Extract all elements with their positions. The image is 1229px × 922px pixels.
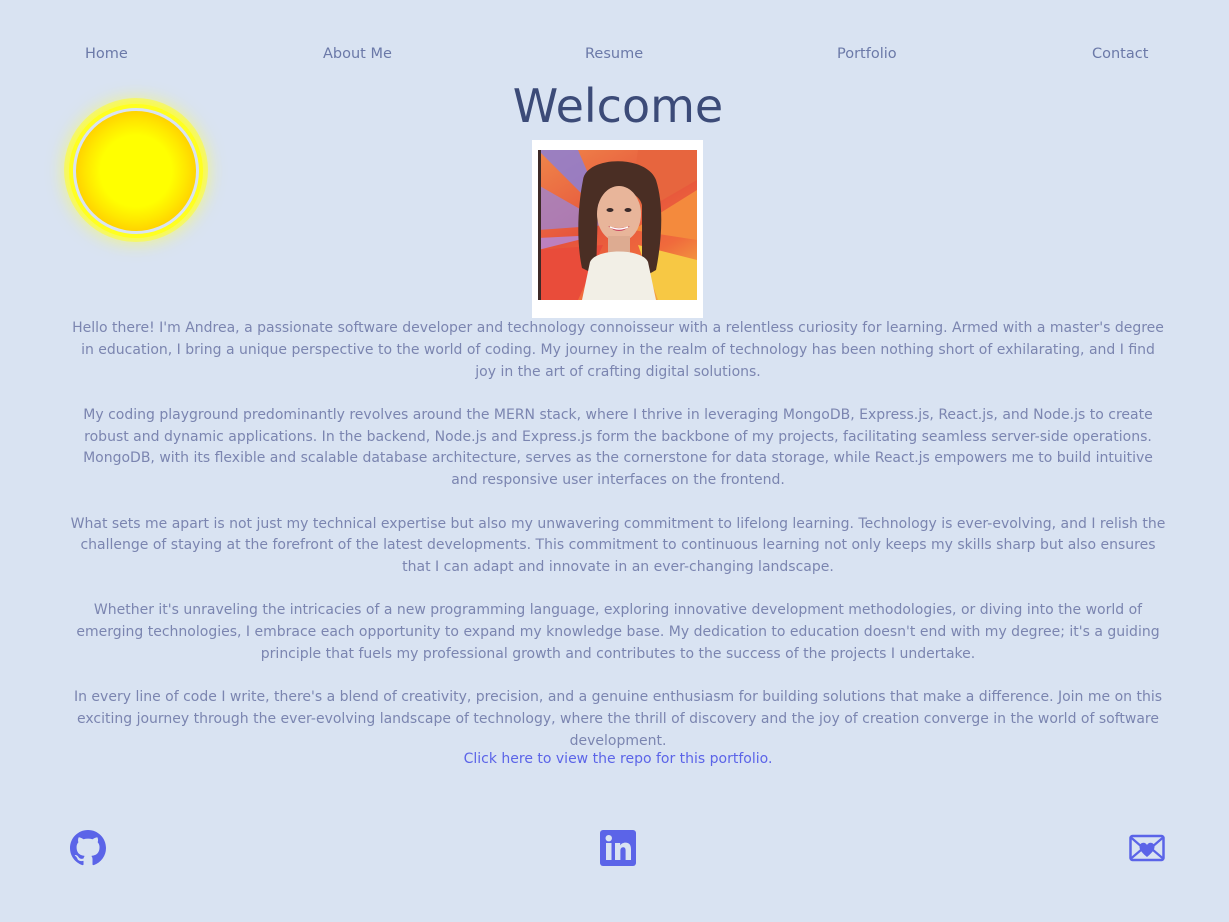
nav-portfolio[interactable]: Portfolio (837, 46, 897, 62)
bio-paragraph: Hello there! I'm Andrea, a passionate so… (72, 320, 1164, 380)
email-heart-icon (1129, 834, 1165, 862)
profile-photo-art (538, 150, 697, 300)
bio-paragraph: What sets me apart is not just my techni… (70, 515, 1166, 576)
github-icon (70, 830, 106, 866)
nav-resume[interactable]: Resume (585, 46, 643, 62)
nav-contact[interactable]: Contact (1092, 46, 1148, 62)
profile-photo-frame (532, 140, 703, 318)
nav-home[interactable]: Home (85, 46, 128, 62)
email-link[interactable] (1129, 830, 1165, 866)
main-nav: Home About Me Resume Portfolio Contact (0, 46, 1229, 66)
github-link[interactable] (70, 830, 106, 866)
linkedin-link[interactable] (600, 830, 636, 866)
page-title: Welcome (512, 79, 724, 133)
repo-link[interactable]: Click here to view the repo for this por… (0, 751, 1229, 767)
bio-section: Hello there! I'm Andrea, a passionate so… (70, 318, 1166, 774)
bio-paragraph: Whether it's unraveling the intricacies … (76, 602, 1160, 663)
bio-paragraph: In every line of code I write, there's a… (73, 689, 1163, 749)
profile-photo (538, 150, 697, 300)
bio-paragraph: My coding playground predominantly revol… (83, 406, 1153, 489)
linkedin-icon (600, 830, 636, 866)
nav-about-me[interactable]: About Me (323, 46, 392, 62)
